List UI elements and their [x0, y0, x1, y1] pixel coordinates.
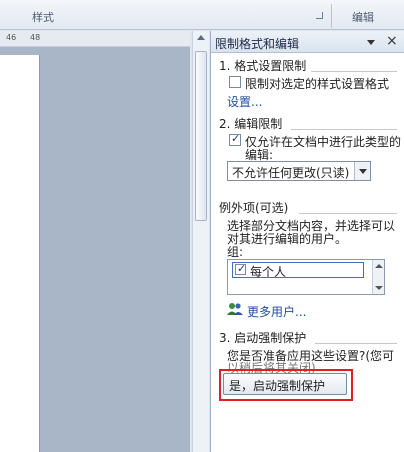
section1-title: 1. 格式设置限制	[219, 59, 307, 73]
editing-type-select-value: 不允许任何更改(只读)	[232, 166, 350, 180]
groups-listbox[interactable]: 每个人	[227, 259, 385, 295]
chevron-down-icon[interactable]	[354, 162, 370, 180]
section3-rule	[315, 343, 397, 344]
allow-editing-type-checkbox[interactable]	[229, 132, 241, 146]
ribbon-separator	[331, 4, 332, 28]
settings-link[interactable]: 设置...	[227, 93, 262, 110]
section1-rule	[311, 71, 397, 72]
ribbon: 样式 编辑	[0, 0, 404, 30]
exceptions-desc-line2: 对其进行编辑的用户。	[227, 232, 348, 246]
editing-type-select[interactable]: 不允许任何更改(只读)	[227, 161, 371, 181]
listbox-scrollbar[interactable]	[372, 260, 384, 294]
ruler-tick: 46	[6, 33, 17, 42]
styles-group-label: 样式	[32, 11, 54, 24]
everyone-checkbox[interactable]	[235, 262, 246, 275]
more-users-link[interactable]: 更多用户...	[247, 303, 306, 320]
restrict-formatting-checkbox[interactable]	[229, 76, 241, 88]
styles-dialog-launcher-icon[interactable]	[316, 12, 323, 19]
highlight-box	[219, 369, 353, 401]
restrict-editing-pane: 限制格式和编辑 × 1. 格式设置限制 限制对选定的样式设置格式 设置... 2…	[210, 31, 404, 452]
pane-close-icon[interactable]: ×	[386, 33, 398, 49]
section2-rule	[291, 129, 397, 130]
vertical-scrollbar[interactable]	[192, 31, 209, 452]
restrict-formatting-label: 限制对选定的样式设置格式	[245, 77, 390, 91]
everyone-label: 每个人	[250, 265, 287, 279]
document-page[interactable]	[0, 55, 40, 452]
exceptions-rule	[299, 213, 397, 214]
editing-group-label: 编辑	[352, 11, 374, 24]
users-icon[interactable]	[227, 302, 243, 316]
scroll-up-arrow-icon[interactable]	[197, 35, 205, 40]
pane-header: 限制格式和编辑 ×	[211, 31, 404, 53]
ruler-tick: 48	[30, 33, 41, 42]
exceptions-title: 例外项(可选)	[219, 201, 289, 215]
pane-title: 限制格式和编辑	[215, 37, 300, 51]
pane-options-dropdown-icon[interactable]	[367, 40, 375, 45]
groups-label: 组:	[227, 245, 244, 259]
scrollbar-thumb[interactable]	[195, 51, 207, 221]
section3-title: 3. 启动强制保护	[219, 331, 307, 345]
list-item[interactable]: 每个人	[232, 262, 364, 279]
horizontal-ruler: 46 48	[0, 31, 190, 47]
section2-title: 2. 编辑限制	[219, 117, 283, 131]
